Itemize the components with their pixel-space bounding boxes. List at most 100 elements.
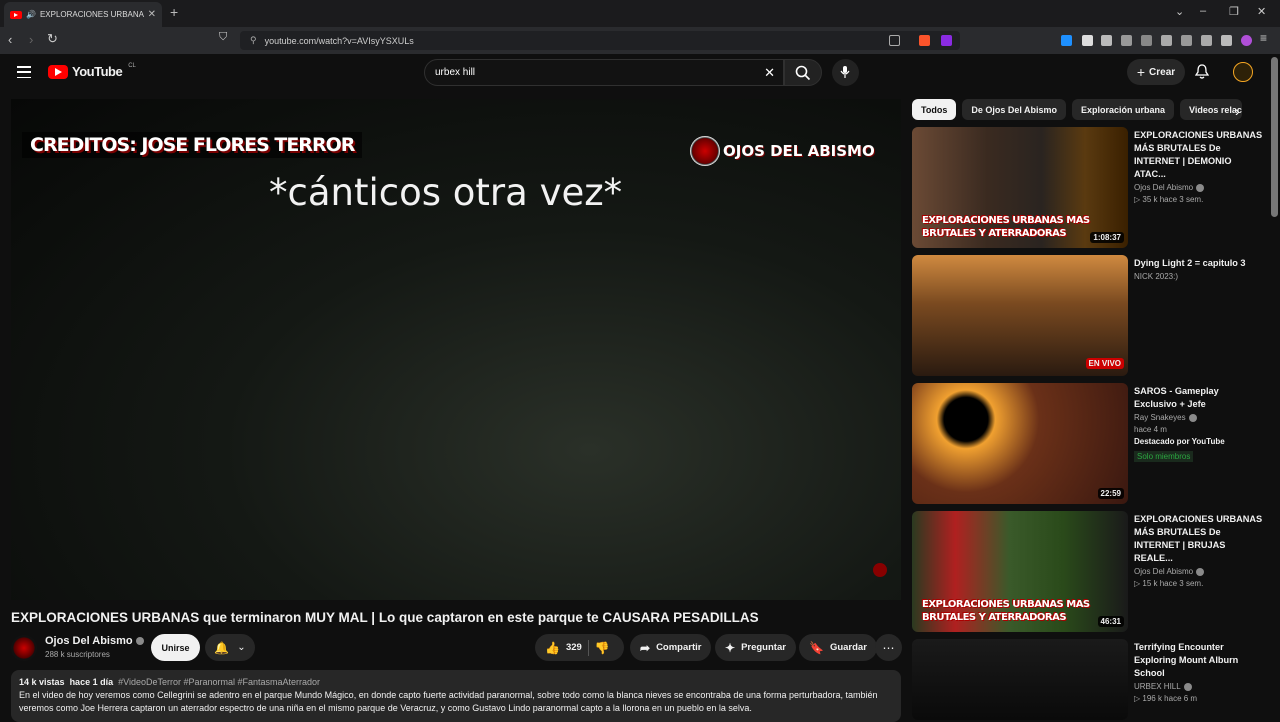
hashtags[interactable]: #VideoDeTerror #Paranormal #FantasmaAter… [118, 677, 320, 687]
forward-icon[interactable]: › [29, 32, 33, 47]
vpn-shield-icon[interactable] [1221, 35, 1232, 46]
youtube-play-icon [48, 64, 68, 79]
close-window-icon[interactable]: ✕ [1257, 5, 1266, 18]
voice-search-button[interactable] [832, 59, 859, 86]
channel-name[interactable]: Ojos Del Abismo [45, 635, 144, 647]
recommendation-item[interactable]: EXPLORACIONES URBANAS MAS BRUTALES Y ATE… [912, 127, 1277, 248]
recommendation-title: Terrifying Encounter Exploring Mount Alb… [1134, 642, 1239, 678]
restore-icon[interactable]: ❐ [1229, 5, 1239, 18]
ask-label: Preguntar [741, 642, 786, 653]
thumbnail[interactable]: EXPLORACIONES URBANAS MAS BRUTALES Y ATE… [912, 511, 1128, 632]
search-input[interactable]: urbex hill ✕ [424, 59, 784, 86]
tab-search-chevron-icon[interactable]: ⌄ [1175, 5, 1184, 18]
subscription-bell-button[interactable]: 🔔 ⌄ [205, 634, 255, 661]
extension-grid-icon[interactable] [1101, 35, 1112, 46]
minimize-icon[interactable]: – [1200, 5, 1206, 17]
recommendation-channel-text: Ray Snakeyes [1134, 413, 1186, 422]
recommendation-channel-text: Ojos Del Abismo [1134, 567, 1194, 576]
address-bar[interactable]: ⚲ youtube.com/watch?v=AVIsyYSXULs [240, 31, 960, 50]
extensions-icon[interactable] [1121, 35, 1132, 46]
verified-check-icon [1196, 183, 1205, 192]
reload-icon[interactable]: ↻ [47, 31, 58, 47]
channel-name-text: Ojos Del Abismo [45, 635, 133, 647]
extension-audio-icon[interactable] [1061, 35, 1072, 46]
back-icon[interactable]: ‹ [8, 32, 12, 47]
share-button[interactable]: ➦ Compartir [630, 634, 712, 661]
chip-urban-exploration[interactable]: Exploración urbana [1072, 99, 1175, 120]
description-box[interactable]: 14 k vistas hace 1 día #VideoDeTerror #P… [11, 670, 901, 722]
close-tab-icon[interactable]: ✕ [148, 9, 156, 20]
join-button[interactable]: Unirse [151, 634, 200, 661]
members-only-badge: Solo miembros [1134, 451, 1194, 462]
recommendation-item[interactable]: EN VIVO Dying Light 2 = capitulo 3 NICK … [912, 255, 1277, 376]
clear-search-icon[interactable]: ✕ [764, 65, 775, 81]
like-count: 329 [565, 642, 582, 653]
wallet-icon[interactable] [1181, 35, 1192, 46]
brave-rewards-icon[interactable] [941, 35, 952, 46]
brave-shield-icon[interactable] [919, 35, 930, 46]
dislike-button[interactable]: 👎 [595, 641, 610, 655]
thumbnail[interactable]: EXPLORACIONES URBANAS MAS BRUTALES Y ATE… [912, 127, 1128, 248]
guide-menu-icon[interactable] [17, 66, 31, 78]
thumbnail[interactable]: 22:59 [912, 383, 1128, 504]
leo-ai-icon[interactable] [1241, 35, 1252, 46]
recommendation-channel-text: Ojos Del Abismo [1134, 183, 1194, 192]
youtube-logo[interactable]: YouTube CL [48, 63, 136, 79]
subscriber-count: 288 k suscriptores [45, 650, 110, 659]
new-tab-icon[interactable]: + [170, 4, 178, 20]
sidebar-icon[interactable] [1161, 35, 1172, 46]
ask-button[interactable]: ✦ Preguntar [715, 634, 796, 661]
thumbnail[interactable] [912, 639, 1128, 720]
bookmark-icon[interactable]: ⛉ [219, 31, 227, 44]
recommendation-channel: NICK 2023:) [1134, 272, 1179, 281]
search-button[interactable] [784, 59, 822, 86]
url-text: youtube.com/watch?v=AVIsyYSXULs [264, 35, 414, 46]
youtube-favicon-icon [10, 10, 22, 19]
chevron-down-icon: ⌄ [237, 642, 246, 653]
verified-check-icon [135, 637, 144, 645]
recommendation-meta: ▷ 35 k hace 3 sem. [1134, 195, 1204, 204]
recommendation-title: Dying Light 2 = capitulo 3 [1134, 258, 1246, 268]
notifications-bell-icon[interactable] [1195, 64, 1209, 80]
chips-next-icon[interactable]: › [1235, 103, 1240, 119]
chip-related[interactable]: Videos relac [1180, 99, 1243, 120]
save-button[interactable]: 🔖 Guardar [799, 634, 877, 661]
video-overlay-credits: CREDITOS: JOSE FLORES TERROR [22, 132, 363, 158]
channel-watermark-icon[interactable] [873, 563, 887, 577]
extension-diamond-icon[interactable] [1082, 35, 1093, 46]
recommendation-item[interactable]: 22:59 SAROS - Gameplay Exclusivo + Jefe … [912, 383, 1277, 504]
account-avatar[interactable] [1233, 62, 1253, 82]
recommendation-item[interactable]: Terrifying Encounter Exploring Mount Alb… [912, 639, 1277, 720]
verified-check-icon [1183, 682, 1192, 691]
duration-badge: 1:08:37 [1090, 232, 1124, 243]
like-button[interactable]: 👍 329 [545, 641, 582, 655]
more-actions-button[interactable]: ⋯ [875, 634, 902, 661]
media-icon[interactable] [1141, 35, 1152, 46]
recommendation-item[interactable]: EXPLORACIONES URBANAS MAS BRUTALES Y ATE… [912, 511, 1277, 632]
duration-badge: 22:59 [1097, 488, 1124, 499]
site-info-icon[interactable]: ⚲ [250, 35, 257, 46]
extension-puzzle-icon[interactable] [1201, 35, 1212, 46]
recommendation-title: EXPLORACIONES URBANAS MÁS BRUTALES De IN… [1134, 514, 1263, 563]
bell-icon: 🔔 [214, 640, 230, 655]
video-player[interactable]: CREDITOS: JOSE FLORES TERROR OJOS DEL AB… [11, 99, 901, 600]
chip-all[interactable]: Todos [912, 99, 957, 120]
description-meta: 14 k vistas hace 1 día #VideoDeTerror #P… [19, 676, 893, 689]
thumbnail[interactable]: EN VIVO [912, 255, 1128, 376]
bookmark-save-icon: 🔖 [809, 640, 824, 655]
thumbnail-overlay-text: EXPLORACIONES URBANAS MAS BRUTALES Y ATE… [922, 599, 1090, 623]
search-icon [795, 65, 811, 81]
cast-icon[interactable] [889, 35, 900, 46]
more-dots-icon: ⋯ [882, 640, 895, 655]
create-button[interactable]: + Crear [1127, 59, 1185, 85]
browser-tab[interactable]: 🔊 EXPLORACIONES URBANAS q ✕ [4, 2, 162, 27]
menu-icon[interactable]: ≡ [1260, 31, 1267, 45]
search-query: urbex hill [435, 67, 476, 78]
chip-channel[interactable]: De Ojos Del Abismo [962, 99, 1067, 120]
thumbs-down-icon: 👎 [594, 640, 610, 655]
channel-avatar[interactable] [11, 635, 37, 661]
recommendation-meta: ▷ 15 k hace 3 sem. [1134, 579, 1204, 588]
verified-check-icon [1188, 413, 1197, 422]
brand-text: OJOS DEL ABISMO [723, 142, 875, 160]
speaker-icon[interactable]: 🔊 [26, 10, 36, 19]
